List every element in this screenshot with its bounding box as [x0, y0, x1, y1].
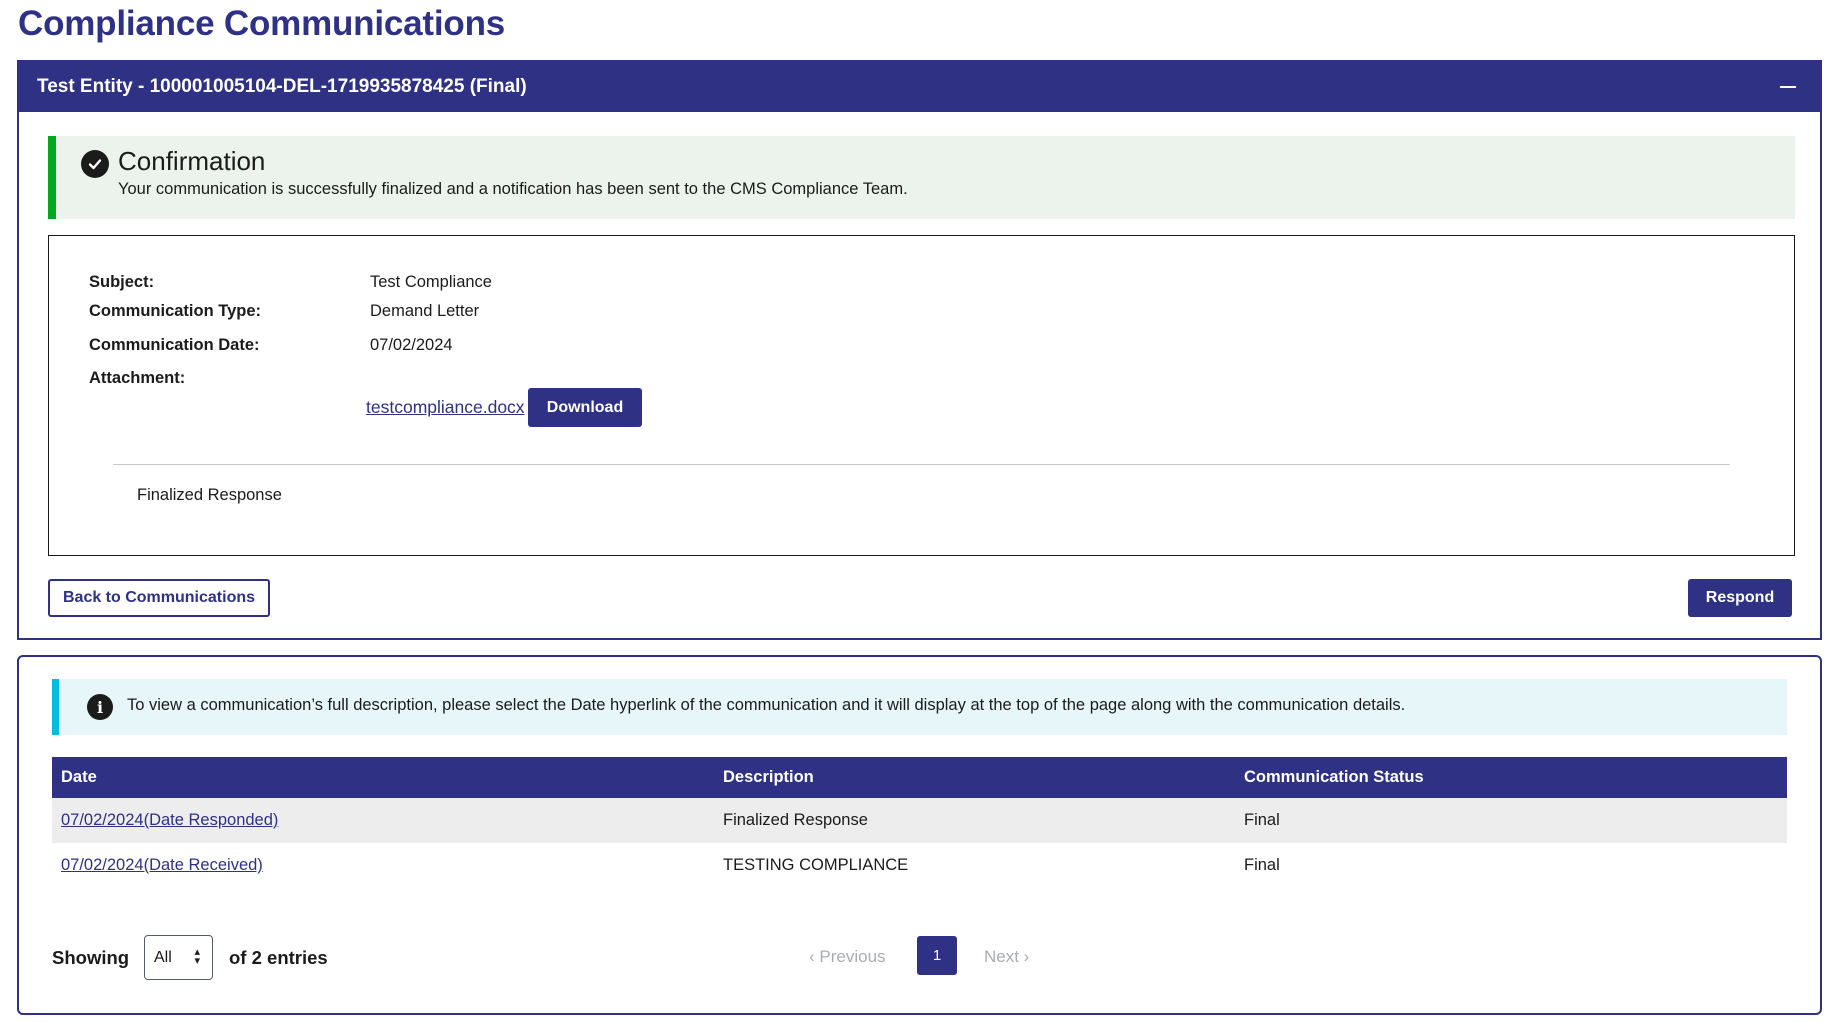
communication-body: Finalized Response	[137, 486, 282, 504]
attachment-label: Attachment:	[89, 369, 186, 387]
info-alert-text: To view a communication’s full descripti…	[127, 696, 1406, 714]
showing-label: Showing	[52, 947, 130, 968]
divider	[113, 464, 1730, 465]
date-link[interactable]: 07/02/2024(Date Received)	[61, 856, 263, 874]
communication-details: Subject: Test Compliance Communication T…	[48, 235, 1795, 556]
status-cell: Final	[1244, 856, 1280, 874]
column-header-description[interactable]: Description	[714, 757, 1235, 798]
communication-type-value: Demand Letter	[370, 302, 480, 320]
confirmation-alert: Confirmation Your communication is succe…	[48, 136, 1795, 219]
next-page-button[interactable]: Next ›	[984, 947, 1029, 967]
entries-count-label: of 2 entries	[229, 947, 328, 968]
table-row: 07/02/2024(Date Responded) Finalized Res…	[52, 798, 1787, 843]
check-circle-icon	[81, 150, 109, 178]
communications-list-panel: i To view a communication’s full descrip…	[17, 655, 1822, 1015]
communication-detail-panel: Test Entity - 100001005104-DEL-171993587…	[17, 60, 1822, 640]
date-cell: 07/02/2024(Date Responded)	[52, 798, 714, 843]
download-button[interactable]: Download	[528, 388, 642, 427]
description-cell: TESTING COMPLIANCE	[723, 856, 909, 874]
column-header-status[interactable]: Communication Status	[1235, 757, 1787, 798]
previous-page-button[interactable]: ‹ Previous	[809, 947, 886, 967]
sort-arrows-icon: ▴ ▾	[194, 946, 200, 967]
attachment-link[interactable]: testcompliance.docx	[366, 397, 525, 418]
page-size-select[interactable]: All ▴ ▾	[144, 935, 213, 980]
panel-title: Test Entity - 100001005104-DEL-171993587…	[37, 76, 527, 97]
column-header-date[interactable]: Date	[52, 757, 714, 798]
table-header-row: Date Description Communication Status	[52, 757, 1787, 798]
minus-icon[interactable]	[1780, 86, 1796, 88]
info-circle-icon: i	[87, 694, 113, 720]
respond-button[interactable]: Respond	[1688, 579, 1792, 617]
communication-type-label: Communication Type:	[89, 302, 262, 320]
description-cell: Finalized Response	[714, 798, 1235, 843]
date-link[interactable]: 07/02/2024(Date Responded)	[61, 811, 278, 829]
communications-table: Date Description Communication Status 07…	[52, 757, 1787, 888]
info-alert: i To view a communication’s full descrip…	[52, 679, 1787, 735]
communication-date-label: Communication Date:	[89, 336, 260, 354]
status-cell: Final	[1235, 798, 1787, 843]
back-to-communications-button[interactable]: Back to Communications	[48, 579, 270, 617]
accordion-header[interactable]: Test Entity - 100001005104-DEL-171993587…	[19, 62, 1820, 112]
alert-heading: Confirmation	[118, 146, 266, 176]
date-cell: 07/02/2024(Date Received)	[52, 843, 714, 888]
alert-message: Your communication is successfully final…	[118, 180, 908, 198]
page-title: Compliance Communications	[18, 4, 506, 43]
page-1-button[interactable]: 1	[917, 936, 957, 975]
subject-label: Subject:	[89, 273, 155, 291]
communication-date-value: 07/02/2024	[370, 336, 453, 354]
page-size-value: All	[154, 948, 172, 966]
table-row: 07/02/2024(Date Received) TESTING COMPLI…	[52, 843, 1787, 888]
subject-value: Test Compliance	[370, 273, 492, 291]
